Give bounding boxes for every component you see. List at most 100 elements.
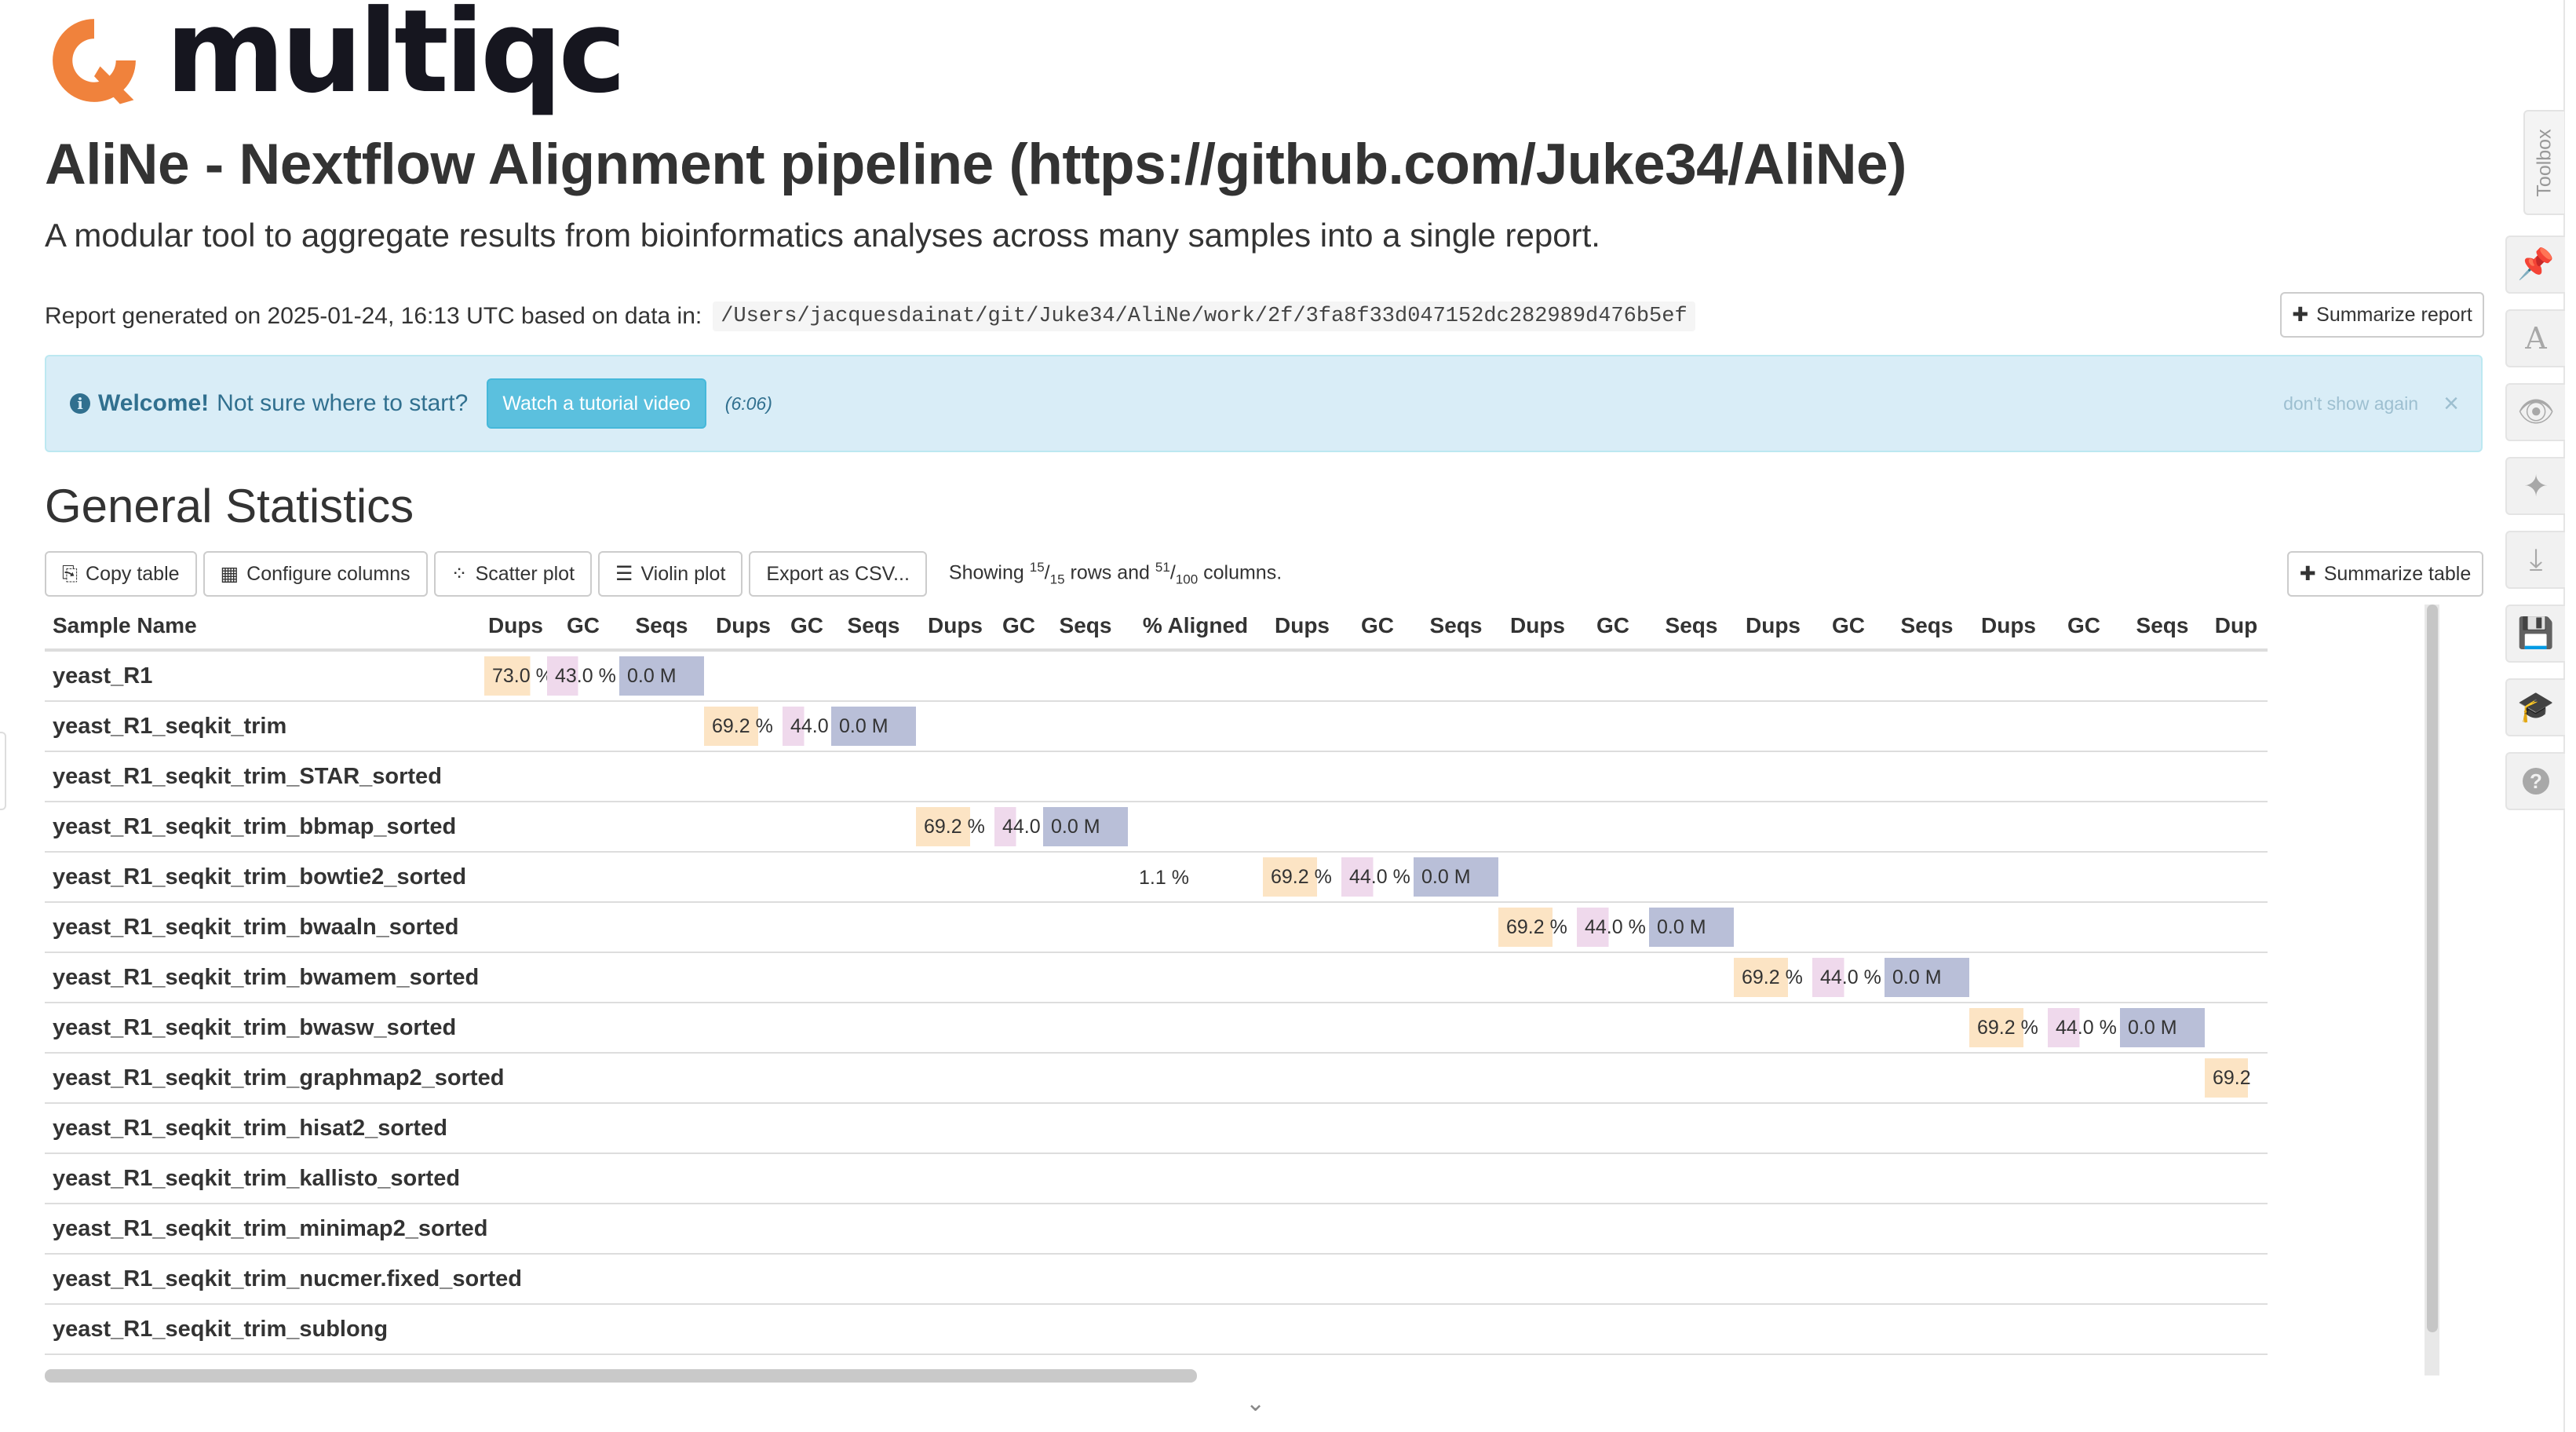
download-icon[interactable]: ⤓ bbox=[2505, 531, 2565, 589]
column-header[interactable]: Seqs bbox=[1649, 603, 1734, 652]
table-row[interactable]: yeast_R1_seqkit_trim_hisat2_sorted bbox=[45, 1102, 2268, 1153]
data-cell: 44.0 % bbox=[994, 801, 1064, 852]
data-cell bbox=[2205, 952, 2268, 1003]
watch-tutorial-button[interactable]: Watch a tutorial video bbox=[487, 378, 706, 429]
column-header[interactable]: Dups bbox=[704, 603, 783, 652]
data-cell bbox=[619, 751, 704, 802]
data-cell bbox=[1969, 801, 2048, 852]
table-row[interactable]: yeast_R1_seqkit_trim_bowtie2_sorted 1.1 %… bbox=[45, 851, 2268, 902]
multiqc-logo[interactable]: multiqc bbox=[45, 0, 626, 111]
vertical-scrollbar-thumb[interactable] bbox=[2427, 605, 2438, 1332]
data-cell: 69.2 % bbox=[1498, 901, 1577, 952]
column-header[interactable]: Dups bbox=[1734, 603, 1812, 652]
table-row[interactable]: yeast_R1_seqkit_trim_sublong bbox=[45, 1303, 2268, 1354]
data-cell bbox=[2205, 1002, 2268, 1053]
seqs-bar-cell: 0.0 M bbox=[1414, 857, 1498, 897]
table-row[interactable]: yeast_R1_seqkit_trim_STAR_sorted bbox=[45, 751, 2268, 802]
export-csv-button[interactable]: Export as CSV... bbox=[749, 551, 927, 597]
data-cell bbox=[619, 1203, 704, 1254]
data-cell bbox=[1498, 1303, 1577, 1354]
data-cell bbox=[783, 901, 831, 952]
data-cell bbox=[783, 751, 831, 802]
table-row[interactable]: yeast_R1_seqkit_trim_bwasw_sorted 69.2 % 4… bbox=[45, 1002, 2268, 1053]
data-cell bbox=[1263, 751, 1341, 802]
table-row[interactable]: yeast_R1_seqkit_trim_graphmap2_sorted 69.… bbox=[45, 1052, 2268, 1103]
column-header[interactable]: Dups bbox=[1263, 603, 1341, 652]
table-row[interactable]: yeast_R1_seqkit_trim_bwamem_sorted 69.2 %… bbox=[45, 952, 2268, 1003]
column-header[interactable]: Dups bbox=[484, 603, 547, 652]
summarize-table-button[interactable]: ✚ Summarize table bbox=[2287, 551, 2483, 597]
data-cell: 44.0 % bbox=[2048, 1002, 2120, 1053]
sparkle-icon[interactable]: ✦ bbox=[2505, 457, 2565, 515]
table-row[interactable]: yeast_R1_seqkit_trim_kallisto_sorted bbox=[45, 1153, 2268, 1204]
data-cell bbox=[704, 801, 783, 852]
column-header[interactable]: Dups bbox=[1498, 603, 1577, 652]
data-cell bbox=[1498, 1353, 1577, 1375]
column-header[interactable]: % Aligned bbox=[1128, 603, 1263, 652]
column-header[interactable]: Seqs bbox=[1414, 603, 1498, 652]
dont-show-again-link[interactable]: don't show again bbox=[2283, 393, 2418, 415]
sample-name-cell: yeast_R1_seqkit_trim_sublong bbox=[45, 1303, 484, 1354]
column-header[interactable]: Seqs bbox=[1885, 603, 1969, 652]
help-icon[interactable]: ? bbox=[2505, 752, 2565, 810]
graduation-cap-icon[interactable]: 🎓 bbox=[2505, 678, 2565, 736]
data-cell bbox=[1498, 1253, 1577, 1304]
table-row[interactable]: yeast_R1_seqkit_trim 69.2 % 44.0 % 0.0 M bbox=[45, 700, 2268, 751]
data-cell bbox=[916, 700, 994, 751]
data-cell bbox=[1043, 952, 1128, 1003]
general-stats-table-container[interactable]: Sample Name Dups GC Seqs Dups GC Seqs Dups GC Seq… bbox=[45, 603, 2467, 1375]
toolbox-tab[interactable]: Toolbox bbox=[2523, 110, 2564, 215]
column-header[interactable]: Seqs bbox=[831, 603, 916, 652]
data-cell bbox=[1498, 649, 1577, 701]
data-cell bbox=[1263, 700, 1341, 751]
pin-icon[interactable]: 📌 bbox=[2505, 236, 2565, 294]
data-cell bbox=[1414, 801, 1498, 852]
column-header[interactable]: GC bbox=[1341, 603, 1414, 652]
violin-plot-button[interactable]: ☰ Violin plot bbox=[598, 551, 743, 597]
chevron-down-icon[interactable]: ⌄ bbox=[1246, 1390, 1265, 1417]
column-header-sample-name[interactable]: Sample Name bbox=[45, 603, 484, 652]
table-row[interactable]: yeast_R1_seqkit_trim_nucmer.fixed_sorted bbox=[45, 1253, 2268, 1304]
font-icon[interactable]: A bbox=[2505, 309, 2565, 367]
column-header[interactable]: Seqs bbox=[2120, 603, 2205, 652]
column-header[interactable]: Seqs bbox=[1043, 603, 1128, 652]
table-row[interactable]: yeast_R1 73.0 % 43.0 % 0.0 M bbox=[45, 649, 2268, 701]
eye-slash-icon[interactable]: 👁 bbox=[2505, 383, 2565, 441]
column-header[interactable]: GC bbox=[1812, 603, 1885, 652]
data-cell bbox=[1885, 801, 1969, 852]
data-cell bbox=[1734, 1253, 1812, 1304]
column-header[interactable]: GC bbox=[1577, 603, 1649, 652]
column-header[interactable]: GC bbox=[2048, 603, 2120, 652]
column-header[interactable]: GC bbox=[547, 603, 619, 652]
data-cell: 0.0 M bbox=[1649, 901, 1734, 952]
column-header[interactable]: GC bbox=[783, 603, 831, 652]
data-cell bbox=[1577, 851, 1649, 902]
copy-table-button[interactable]: ⎘ Copy table bbox=[45, 551, 197, 597]
data-cell bbox=[1498, 751, 1577, 802]
table-row[interactable]: yeast_R1_seqkit_trim_bwaaln_sorted 69.2 %… bbox=[45, 901, 2268, 952]
horizontal-scrollbar[interactable] bbox=[45, 1369, 1197, 1383]
column-header[interactable]: Dup bbox=[2205, 603, 2268, 652]
summarize-report-button[interactable]: ✚ Summarize report bbox=[2280, 292, 2484, 338]
column-header[interactable]: Dups bbox=[916, 603, 994, 652]
data-cell bbox=[2120, 751, 2205, 802]
column-header[interactable]: Seqs bbox=[619, 603, 704, 652]
scatter-plot-button[interactable]: ⁘ Scatter plot bbox=[433, 551, 593, 597]
left-edge-tab[interactable] bbox=[0, 732, 6, 810]
data-cell bbox=[994, 901, 1043, 952]
sample-name-cell: yeast_R1_seqkit_trim_hisat2_sorted bbox=[45, 1102, 484, 1153]
data-cell bbox=[2120, 1253, 2205, 1304]
close-icon[interactable]: × bbox=[2443, 389, 2459, 419]
data-cell bbox=[783, 952, 831, 1003]
data-cell bbox=[1734, 801, 1812, 852]
save-icon[interactable]: 💾 bbox=[2505, 605, 2565, 663]
configure-columns-button[interactable]: ▦ Configure columns bbox=[203, 551, 428, 597]
data-cell: 43.0 % bbox=[547, 649, 619, 701]
seqs-bar-cell: 0.0 M bbox=[619, 656, 704, 696]
column-header[interactable]: GC bbox=[994, 603, 1043, 652]
data-cell bbox=[1577, 1303, 1649, 1354]
data-cell bbox=[1885, 901, 1969, 952]
table-row[interactable]: yeast_R1_seqkit_trim_minimap2_sorted bbox=[45, 1203, 2268, 1254]
table-row[interactable]: yeast_R1_seqkit_trim_bbmap_sorted 69.2 % 4… bbox=[45, 801, 2268, 852]
column-header[interactable]: Dups bbox=[1969, 603, 2048, 652]
